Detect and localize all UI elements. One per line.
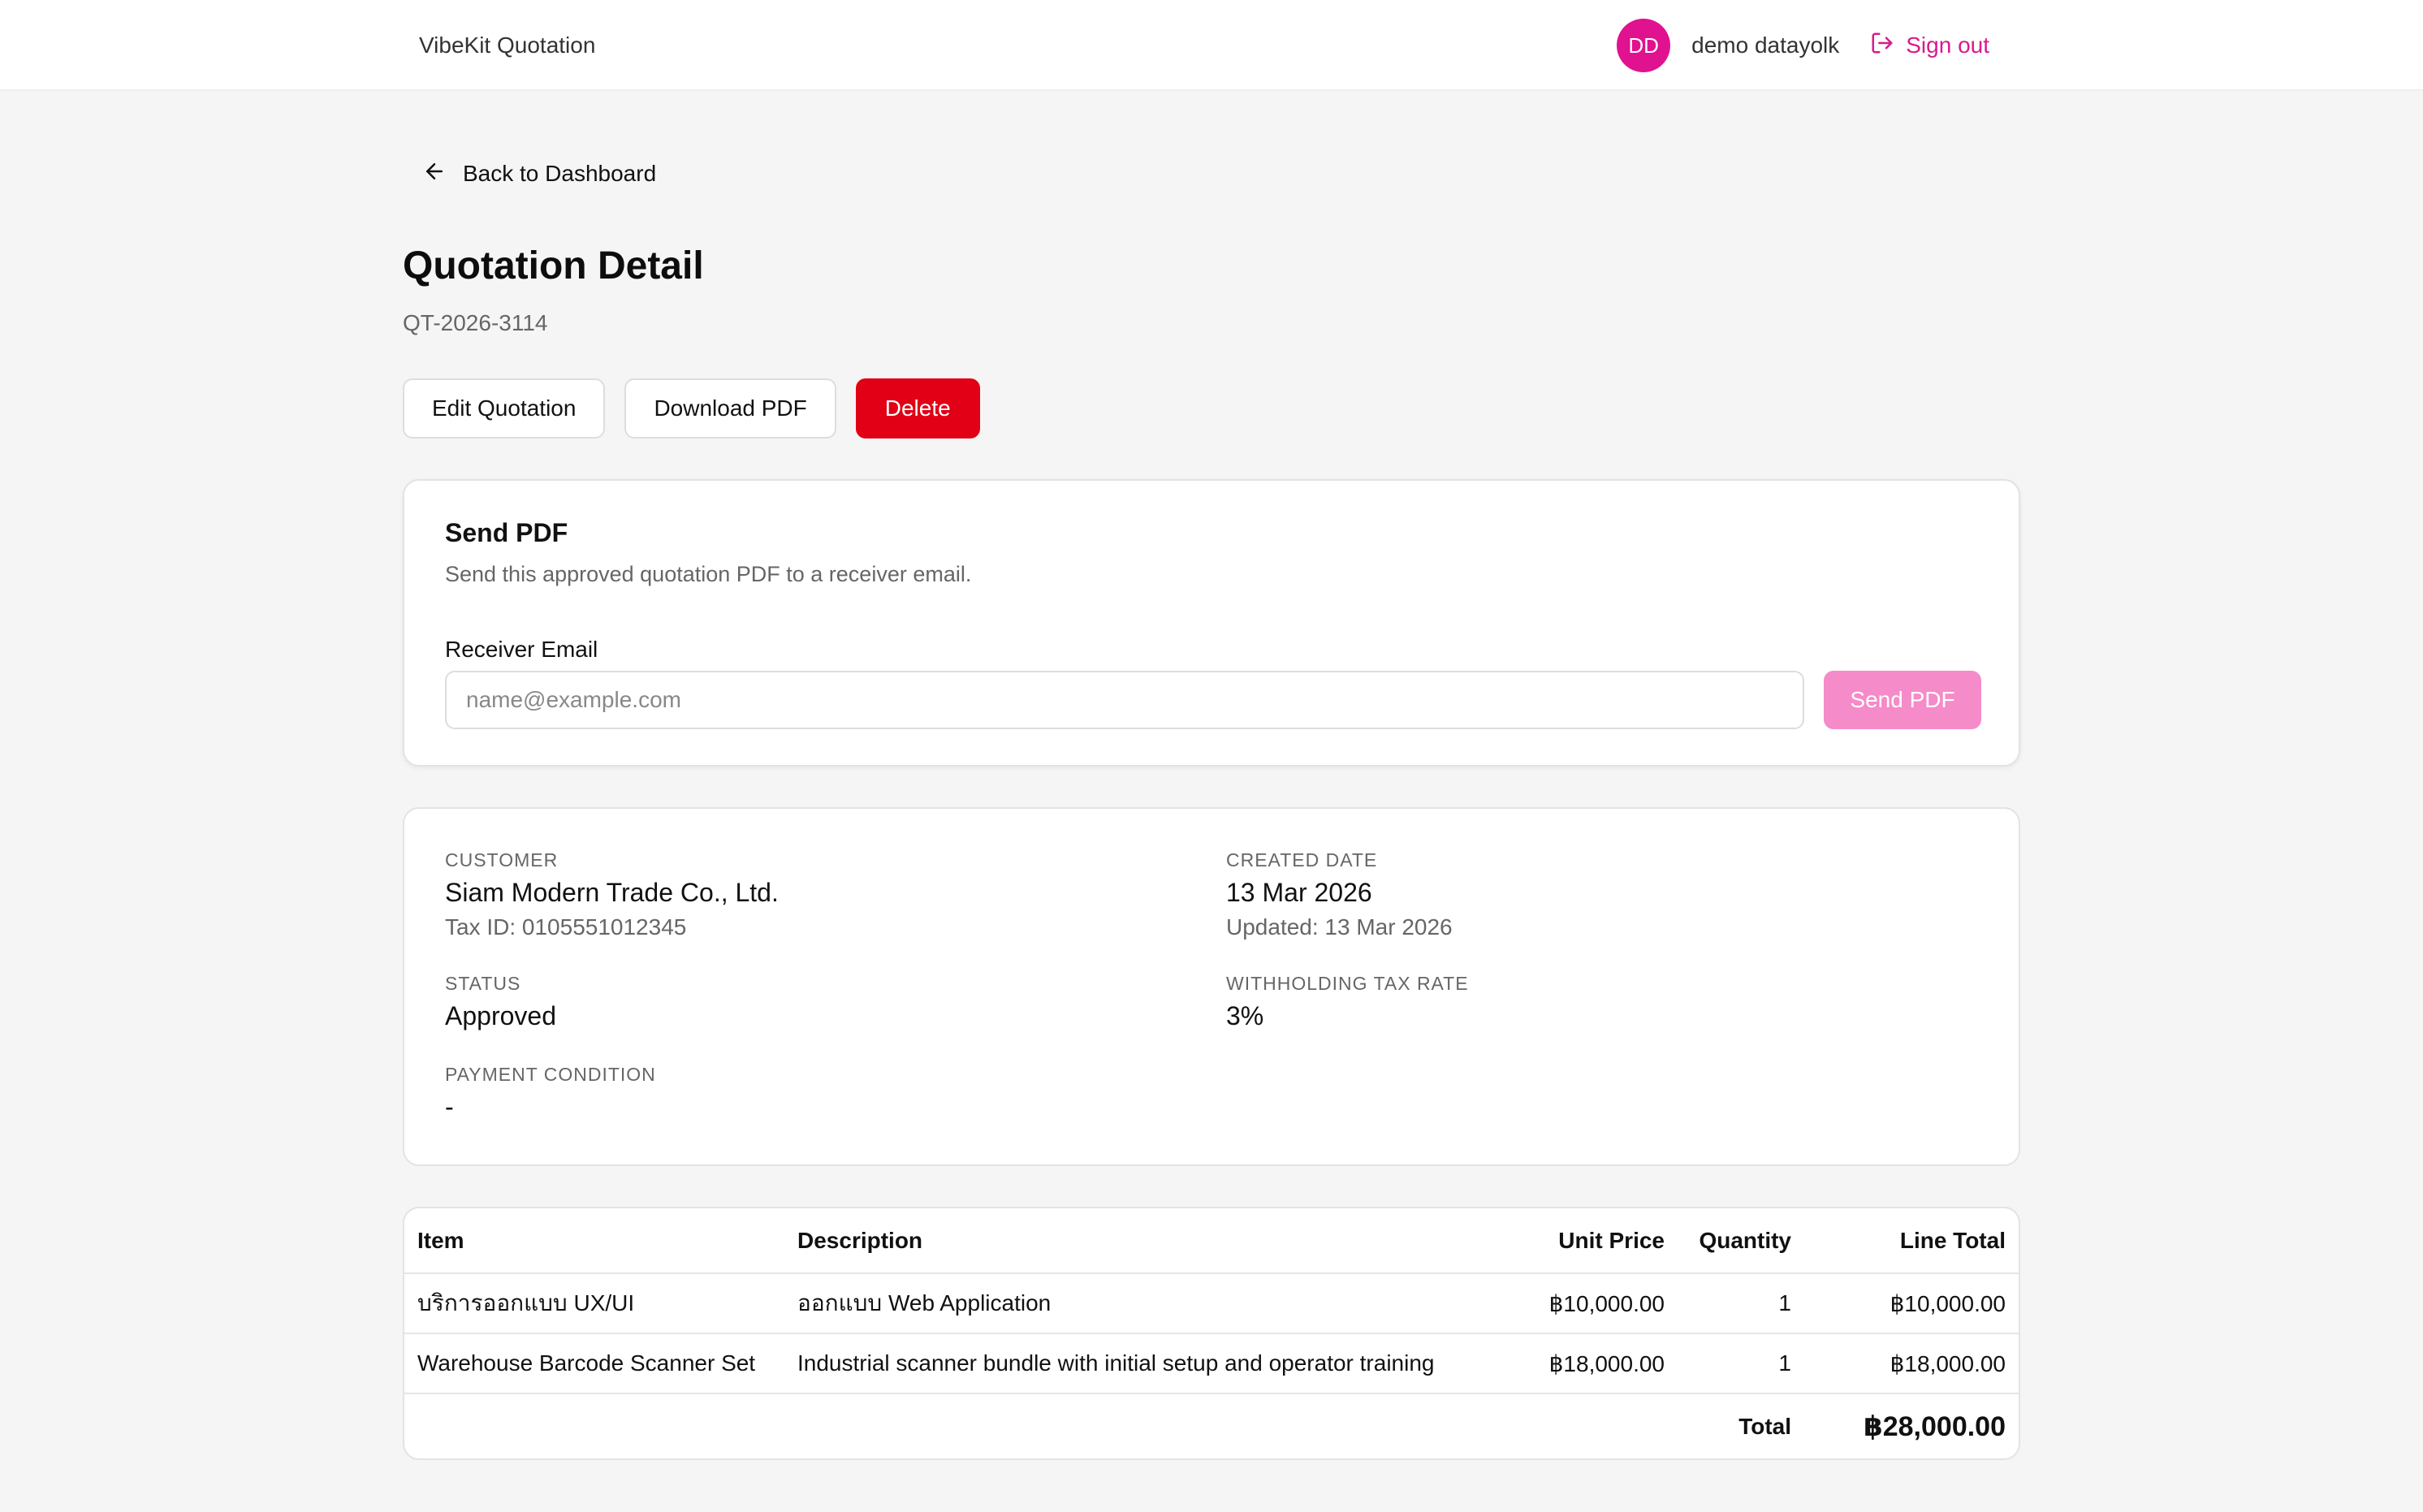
quotation-info-card: Customer Siam Modern Trade Co., Ltd. Tax… — [403, 807, 2020, 1166]
customer-field: Customer Siam Modern Trade Co., Ltd. Tax… — [445, 849, 779, 940]
arrow-left-icon — [422, 159, 463, 189]
created-date-value: 13 Mar 2026 — [1226, 878, 1372, 907]
quotation-number: QT-2026-3114 — [403, 310, 548, 335]
payment-condition-value: - — [445, 1092, 454, 1121]
customer-label: Customer — [445, 849, 559, 870]
status-value: Approved — [445, 1001, 556, 1030]
customer-name: Siam Modern Trade Co., Ltd. — [445, 878, 779, 907]
row-item: Warehouse Barcode Scanner Set — [404, 1333, 797, 1394]
download-pdf-button[interactable]: Download PDF — [624, 378, 836, 438]
app-brand[interactable]: VibeKit Quotation — [419, 29, 595, 62]
withholding-tax-label: Withholding Tax Rate — [1226, 973, 1469, 994]
total-label: Total — [1738, 1413, 1791, 1439]
delete-button[interactable]: Delete — [855, 378, 980, 438]
payment-condition-label: Payment Condition — [445, 1064, 656, 1085]
header-line-total: Line Total — [1791, 1208, 2019, 1274]
row-description: ออกแบบ Web Application — [797, 1273, 1512, 1334]
edit-quotation-button[interactable]: Edit Quotation — [403, 378, 606, 438]
header-quantity: Quantity — [1665, 1208, 1791, 1274]
table-header-row: Item Description Unit Price Quantity Lin… — [404, 1208, 2019, 1274]
row-quantity: 1 — [1665, 1273, 1791, 1334]
customer-tax-id: Tax ID: 0105551012345 — [445, 914, 687, 940]
receiver-email-input[interactable] — [445, 671, 1804, 729]
send-pdf-button[interactable]: Send PDF — [1824, 671, 1981, 729]
items-table: Item Description Unit Price Quantity Lin… — [404, 1208, 2019, 1458]
created-date-field: Created Date 13 Mar 2026 Updated: 13 Mar… — [1226, 849, 1453, 940]
table-row: บริการออกแบบ UX/UI ออกแบบ Web Applicatio… — [404, 1273, 2019, 1334]
row-description: Industrial scanner bundle with initial s… — [797, 1333, 1512, 1394]
table-row: Warehouse Barcode Scanner Set Industrial… — [404, 1333, 2019, 1394]
status-label: Status — [445, 973, 521, 994]
header-description: Description — [797, 1208, 1512, 1274]
withholding-tax-value: 3% — [1226, 1001, 1264, 1030]
page-title: Quotation Detail — [403, 244, 704, 287]
row-unit-price: ฿10,000.00 — [1512, 1273, 1665, 1334]
payment-condition-field: Payment Condition - — [445, 1064, 656, 1122]
user-area: DD demo datayolk Sign out — [1617, 18, 1989, 73]
action-buttons: Edit Quotation Download PDF Delete — [403, 378, 980, 438]
row-item: บริการออกแบบ UX/UI — [404, 1273, 797, 1334]
updated-date: Updated: 13 Mar 2026 — [1226, 914, 1453, 940]
row-quantity: 1 — [1665, 1333, 1791, 1394]
avatar[interactable]: DD — [1617, 19, 1671, 72]
row-line-total: ฿18,000.00 — [1791, 1333, 2019, 1394]
total-row: Total ฿28,000.00 — [404, 1393, 2019, 1458]
sign-out-label: Sign out — [1906, 32, 1989, 58]
items-table-card: Item Description Unit Price Quantity Lin… — [403, 1207, 2020, 1460]
send-pdf-subtitle: Send this approved quotation PDF to a re… — [445, 562, 972, 586]
sign-out-button[interactable]: Sign out — [1870, 31, 1989, 61]
status-field: Status Approved — [445, 973, 556, 1031]
created-date-label: Created Date — [1226, 849, 1378, 870]
row-line-total: ฿10,000.00 — [1791, 1273, 2019, 1334]
send-pdf-title: Send PDF — [445, 518, 568, 547]
header-unit-price: Unit Price — [1512, 1208, 1665, 1274]
send-pdf-card: Send PDF Send this approved quotation PD… — [403, 479, 2020, 767]
sign-out-icon — [1870, 31, 1906, 61]
withholding-tax-field: Withholding Tax Rate 3% — [1226, 973, 1469, 1031]
header-item: Item — [404, 1208, 797, 1274]
receiver-email-label: Receiver Email — [445, 637, 598, 662]
back-label: Back to Dashboard — [463, 161, 657, 186]
username: demo datayolk — [1691, 32, 1840, 58]
total-value: ฿28,000.00 — [1864, 1410, 2006, 1442]
row-unit-price: ฿18,000.00 — [1512, 1333, 1665, 1394]
back-to-dashboard-link[interactable]: Back to Dashboard — [422, 159, 656, 188]
top-navbar: VibeKit Quotation DD demo datayolk Sign … — [0, 0, 2423, 91]
